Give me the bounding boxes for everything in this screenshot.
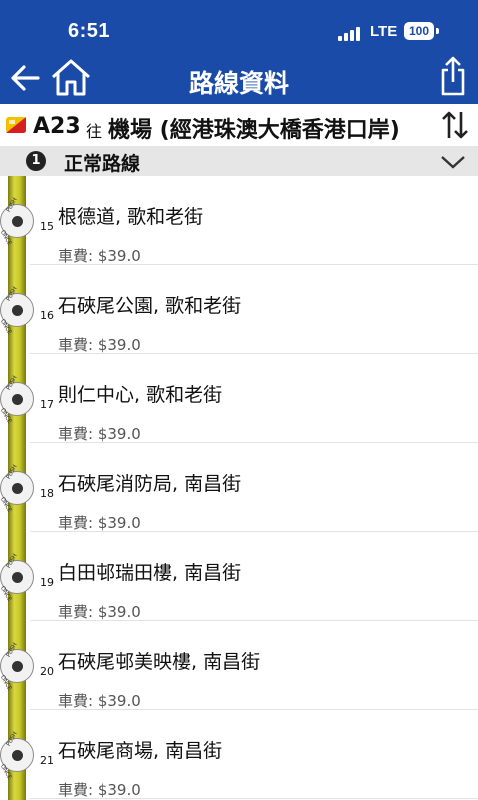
push-dot	[12, 305, 23, 316]
stop-row[interactable]: PUSH ONCE 15 根德道, 歌和老街車費: $39.0	[0, 176, 478, 265]
once-label: ONCE	[0, 496, 13, 514]
push-once-icon[interactable]: PUSH ONCE	[0, 731, 34, 780]
push-once-icon[interactable]: PUSH ONCE	[0, 286, 34, 335]
stop-sequence: 15	[40, 220, 54, 233]
once-label: ONCE	[0, 407, 13, 425]
bus-icon	[5, 116, 27, 134]
stop-sequence: 16	[40, 309, 54, 322]
stop-row[interactable]: PUSH ONCE 21 石硤尾商場, 南昌街車費: $39.0	[0, 710, 478, 799]
network-label: LTE	[370, 23, 398, 40]
stop-fare: 車費: $39.0	[58, 692, 141, 710]
stop-fare: 車費: $39.0	[58, 781, 141, 799]
battery-tip	[436, 28, 439, 34]
stop-fare: 車費: $39.0	[58, 514, 141, 532]
push-label: PUSH	[5, 552, 19, 570]
once-label: ONCE	[0, 585, 13, 603]
variant-index-badge: 1	[26, 151, 46, 171]
stop-fare: 車費: $39.0	[58, 247, 141, 265]
stop-name: 根德道, 歌和老街	[58, 206, 204, 228]
stop-row[interactable]: PUSH ONCE 20 石硤尾邨美映樓, 南昌街車費: $39.0	[0, 621, 478, 710]
push-dot	[12, 394, 23, 405]
route-variant-selector[interactable]: 1 正常路線	[0, 146, 478, 176]
direction-prefix: 往	[86, 122, 103, 141]
stop-row[interactable]: PUSH ONCE 19 白田邨瑞田樓, 南昌街車費: $39.0	[0, 532, 478, 621]
push-dot	[12, 661, 23, 672]
push-once-icon[interactable]: PUSH ONCE	[0, 197, 34, 246]
signal-icon	[338, 27, 364, 41]
push-once-icon[interactable]: PUSH ONCE	[0, 553, 34, 602]
route-number: A23	[33, 114, 81, 139]
page-title: 路線資料	[188, 69, 289, 98]
push-label: PUSH	[5, 730, 19, 748]
nav-bar: 路線資料	[0, 52, 478, 104]
push-once-icon[interactable]: PUSH ONCE	[0, 375, 34, 424]
stop-name: 石硤尾商場, 南昌街	[58, 740, 223, 762]
stop-name: 白田邨瑞田樓, 南昌街	[58, 562, 242, 584]
once-label: ONCE	[0, 674, 13, 692]
stop-fare: 車費: $39.0	[58, 336, 141, 354]
push-label: PUSH	[5, 374, 19, 392]
push-dot	[12, 750, 23, 761]
stop-row[interactable]: PUSH ONCE 18 石硤尾消防局, 南昌街車費: $39.0	[0, 443, 478, 532]
swap-direction-icon[interactable]	[440, 110, 470, 144]
route-destination: 機場 (經港珠澳大橋香港口岸)	[108, 118, 400, 143]
stop-row[interactable]: PUSH ONCE 17 則仁中心, 歌和老街車費: $39.0	[0, 354, 478, 443]
variant-label: 正常路線	[64, 153, 141, 175]
app-header: 6:51 LTE 100 路線資料	[0, 0, 478, 104]
stop-fare: 車費: $39.0	[58, 603, 141, 621]
status-bar: 6:51 LTE 100	[0, 0, 478, 56]
stop-name: 石硤尾邨美映樓, 南昌街	[58, 651, 261, 673]
stop-name: 則仁中心, 歌和老街	[58, 384, 223, 406]
push-label: PUSH	[5, 196, 19, 214]
battery-icon: 100	[404, 22, 434, 40]
share-icon[interactable]	[440, 56, 466, 96]
chevron-down-icon[interactable]	[440, 154, 466, 173]
once-label: ONCE	[0, 763, 13, 781]
stop-sequence: 17	[40, 398, 54, 411]
push-label: PUSH	[5, 641, 19, 659]
status-time: 6:51	[68, 20, 111, 42]
push-once-icon[interactable]: PUSH ONCE	[0, 642, 34, 691]
stop-name: 石硤尾公園, 歌和老街	[58, 295, 242, 317]
push-once-icon[interactable]: PUSH ONCE	[0, 464, 34, 513]
stop-row[interactable]: PUSH ONCE 16 石硤尾公園, 歌和老街車費: $39.0	[0, 265, 478, 354]
push-dot	[12, 572, 23, 583]
stop-sequence: 18	[40, 487, 54, 500]
stop-sequence: 21	[40, 754, 54, 767]
push-dot	[12, 483, 23, 494]
stop-sequence: 19	[40, 576, 54, 589]
stop-sequence: 20	[40, 665, 54, 678]
once-label: ONCE	[0, 229, 13, 247]
row-divider	[30, 798, 478, 799]
stop-name: 石硤尾消防局, 南昌街	[58, 473, 242, 495]
push-dot	[12, 216, 23, 227]
route-header: A23 往 機場 (經港珠澳大橋香港口岸)	[0, 104, 478, 147]
push-label: PUSH	[5, 463, 19, 481]
stop-fare: 車費: $39.0	[58, 425, 141, 443]
stop-list: PUSH ONCE 15 根德道, 歌和老街車費: $39.0 PUSH ONCE 16 石硤…	[0, 176, 478, 799]
once-label: ONCE	[0, 318, 13, 336]
push-label: PUSH	[5, 285, 19, 303]
